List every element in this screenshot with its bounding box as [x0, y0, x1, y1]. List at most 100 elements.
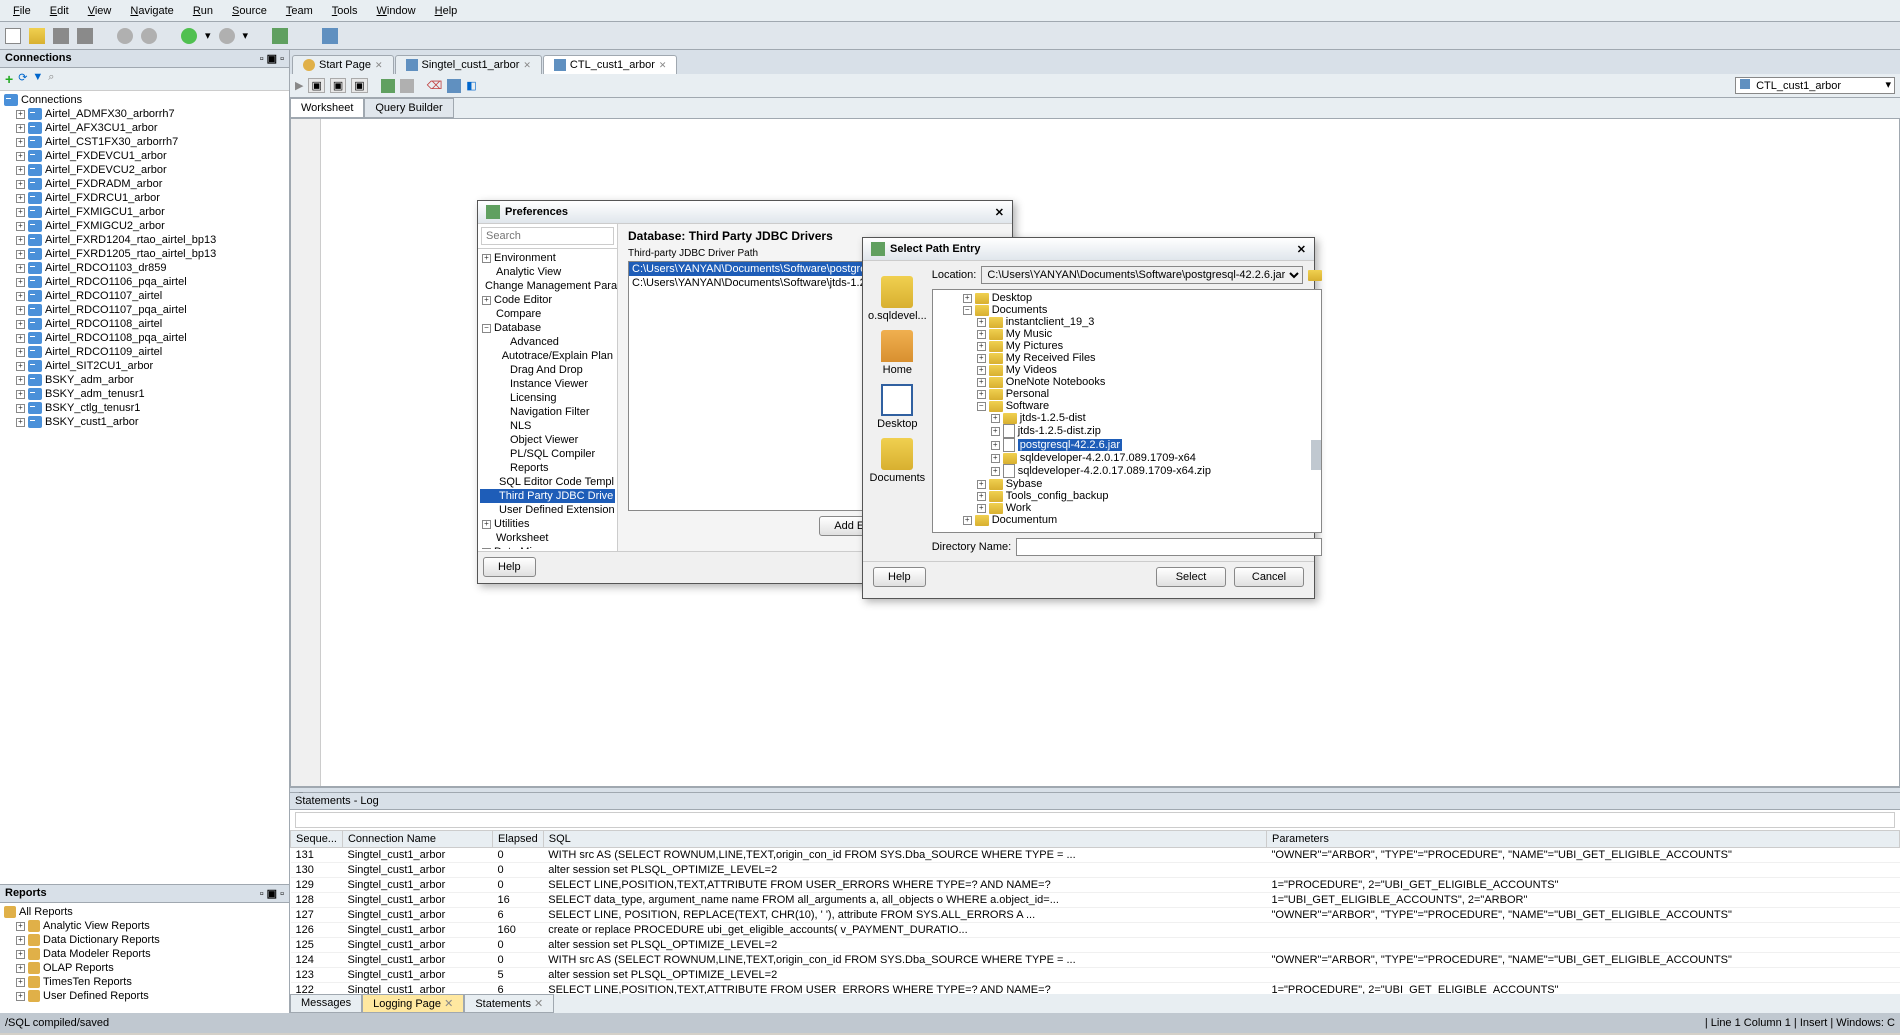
prefs-tree[interactable]: +EnvironmentAnalytic ViewChange Manageme…: [478, 224, 618, 551]
prefs-tree-item[interactable]: SQL Editor Code Templ: [480, 475, 615, 489]
prefs-search-input[interactable]: [481, 227, 614, 245]
connection-item[interactable]: +Airtel_ADMFX30_arborrh7: [2, 107, 287, 121]
log-row[interactable]: 124Singtel_cust1_arbor0 WITH src AS (SEL…: [291, 953, 1900, 968]
log-row[interactable]: 128Singtel_cust1_arbor16SELECT data_type…: [291, 893, 1900, 908]
cancel-button[interactable]: Cancel: [1234, 567, 1304, 587]
menu-tools[interactable]: Tools: [324, 3, 366, 19]
new-connection-icon[interactable]: +: [5, 71, 13, 87]
file-tree-item[interactable]: +OneNote Notebooks: [935, 376, 1320, 388]
file-tree-item[interactable]: +Sybase: [935, 478, 1320, 490]
log-row[interactable]: 129Singtel_cust1_arbor0SELECT LINE,POSIT…: [291, 878, 1900, 893]
file-tree-item[interactable]: +jtds-1.2.5-dist.zip: [935, 424, 1320, 438]
report-item[interactable]: +OLAP Reports: [2, 961, 287, 975]
debug-icon[interactable]: [219, 28, 235, 44]
connection-picker[interactable]: CTL_cust1_arbor: [1735, 77, 1895, 94]
log-header[interactable]: SQL: [543, 831, 1266, 848]
explain-icon[interactable]: ▣: [330, 78, 346, 93]
autotrace-icon[interactable]: ▣: [351, 78, 367, 93]
prefs-tree-item[interactable]: NLS: [480, 419, 615, 433]
panel-controls[interactable]: ▫ ▣ ▫: [260, 52, 284, 65]
prefs-tree-item[interactable]: Instance Viewer: [480, 377, 615, 391]
file-tree-item[interactable]: +My Videos: [935, 364, 1320, 376]
prefs-tree-item[interactable]: +Utilities: [480, 517, 615, 531]
log-table[interactable]: Seque...Connection NameElapsedSQLParamet…: [290, 830, 1900, 994]
path-sidebar-item[interactable]: Documents: [870, 438, 926, 484]
connection-item[interactable]: +BSKY_cust1_arbor: [2, 415, 287, 429]
log-row[interactable]: 126Singtel_cust1_arbor160create or repla…: [291, 923, 1900, 938]
log-row[interactable]: 127Singtel_cust1_arbor6 SELECT LINE, POS…: [291, 908, 1900, 923]
worksheet-tab[interactable]: Worksheet: [290, 98, 364, 118]
prefs-tree-item[interactable]: Reports: [480, 461, 615, 475]
location-select[interactable]: C:\Users\YANYAN\Documents\Software\postg…: [981, 266, 1303, 284]
mig-icon[interactable]: [322, 28, 338, 44]
prefs-tree-item[interactable]: Third Party JDBC Drive: [480, 489, 615, 503]
editor-tab[interactable]: CTL_cust1_arbor✕: [543, 55, 678, 74]
connection-item[interactable]: +Airtel_FXDRADM_arbor: [2, 177, 287, 191]
log-tab[interactable]: Logging Page ✕: [362, 994, 464, 1013]
redo-icon[interactable]: [141, 28, 157, 44]
menu-edit[interactable]: Edit: [42, 3, 77, 19]
save-icon[interactable]: [53, 28, 69, 44]
log-header[interactable]: Parameters: [1266, 831, 1899, 848]
connection-item[interactable]: +Airtel_SIT2CU1_arbor: [2, 359, 287, 373]
menu-source[interactable]: Source: [224, 3, 275, 19]
editor-tab[interactable]: Start Page✕: [292, 55, 394, 74]
file-tree-item[interactable]: +instantclient_19_3: [935, 316, 1320, 328]
filter-icon[interactable]: ▼: [32, 71, 43, 87]
new-icon[interactable]: [5, 28, 21, 44]
prefs-tree-item[interactable]: +Environment: [480, 251, 615, 265]
saveall-icon[interactable]: [77, 28, 93, 44]
report-item[interactable]: +Analytic View Reports: [2, 919, 287, 933]
log-tab[interactable]: Messages: [290, 994, 362, 1013]
log-row[interactable]: 130Singtel_cust1_arbor0alter session set…: [291, 863, 1900, 878]
file-tree-item[interactable]: +sqldeveloper-4.2.0.17.089.1709-x64.zip: [935, 464, 1320, 478]
log-row[interactable]: 125Singtel_cust1_arbor0alter session set…: [291, 938, 1900, 953]
file-tree-item[interactable]: −Documents: [935, 304, 1320, 316]
commit-icon[interactable]: [381, 79, 395, 93]
help-button[interactable]: Help: [873, 567, 926, 587]
prefs-tree-item[interactable]: PL/SQL Compiler: [480, 447, 615, 461]
connection-item[interactable]: +Airtel_RDCO1107_airtel: [2, 289, 287, 303]
connection-item[interactable]: +Airtel_FXRD1204_rtao_airtel_bp13: [2, 233, 287, 247]
connection-item[interactable]: +Airtel_FXMIGCU1_arbor: [2, 205, 287, 219]
log-row[interactable]: 122Singtel_cust1_arbor6SELECT LINE,POSIT…: [291, 983, 1900, 995]
connection-item[interactable]: +BSKY_ctlg_tenusr1: [2, 401, 287, 415]
log-row[interactable]: 123Singtel_cust1_arbor5alter session set…: [291, 968, 1900, 983]
dirname-input[interactable]: [1016, 538, 1322, 556]
path-sidebar-item[interactable]: Desktop: [877, 384, 917, 430]
menu-help[interactable]: Help: [427, 3, 466, 19]
connections-tree[interactable]: Connections +Airtel_ADMFX30_arborrh7+Air…: [0, 91, 289, 884]
prefs-tree-item[interactable]: Analytic View: [480, 265, 615, 279]
menu-navigate[interactable]: Navigate: [122, 3, 181, 19]
close-icon[interactable]: ✕: [995, 206, 1004, 219]
format-icon[interactable]: ◧: [466, 79, 476, 92]
report-item[interactable]: +Data Modeler Reports: [2, 947, 287, 961]
panel-controls[interactable]: ▫ ▣ ▫: [260, 887, 284, 900]
search-icon[interactable]: ⌕: [48, 71, 54, 87]
menu-view[interactable]: View: [80, 3, 120, 19]
help-button[interactable]: Help: [483, 557, 536, 577]
connection-item[interactable]: +Airtel_FXMIGCU2_arbor: [2, 219, 287, 233]
log-tab[interactable]: Statements ✕: [464, 994, 554, 1013]
prefs-tree-item[interactable]: Compare: [480, 307, 615, 321]
prefs-tree-item[interactable]: Worksheet: [480, 531, 615, 545]
log-search-input[interactable]: [295, 812, 1895, 828]
file-tree-item[interactable]: +postgresql-42.2.6.jar: [935, 438, 1320, 452]
prefs-tree-item[interactable]: User Defined Extension: [480, 503, 615, 517]
connection-item[interactable]: +Airtel_FXDEVCU2_arbor: [2, 163, 287, 177]
connection-item[interactable]: +Airtel_AFX3CU1_arbor: [2, 121, 287, 135]
file-tree-item[interactable]: +jtds-1.2.5-dist: [935, 412, 1320, 424]
file-tree-item[interactable]: +Personal: [935, 388, 1320, 400]
rollback-icon[interactable]: [400, 79, 414, 93]
connection-item[interactable]: +Airtel_RDCO1109_airtel: [2, 345, 287, 359]
up-folder-icon[interactable]: [1308, 270, 1322, 281]
run-icon[interactable]: [181, 28, 197, 44]
connection-item[interactable]: +BSKY_adm_tenusr1: [2, 387, 287, 401]
select-button[interactable]: Select: [1156, 567, 1226, 587]
menu-run[interactable]: Run: [185, 3, 221, 19]
connection-item[interactable]: +Airtel_FXDRCU1_arbor: [2, 191, 287, 205]
sql-history-icon[interactable]: [447, 79, 461, 93]
connection-item[interactable]: +Airtel_RDCO1107_pqa_airtel: [2, 303, 287, 317]
report-item[interactable]: +User Defined Reports: [2, 989, 287, 1003]
connection-item[interactable]: +Airtel_CST1FX30_arborrh7: [2, 135, 287, 149]
